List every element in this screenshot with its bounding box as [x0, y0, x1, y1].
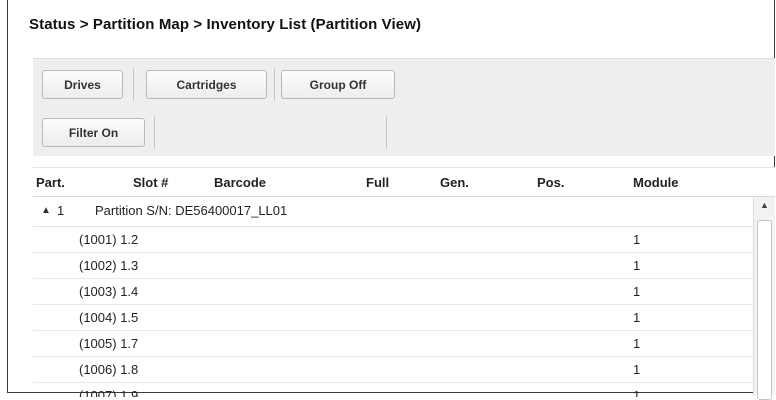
scroll-up-arrow-icon[interactable]: ▲: [760, 200, 769, 210]
group-label: Partition S/N: DE56400017_LL01: [95, 203, 288, 218]
cartridges-button[interactable]: Cartridges: [146, 70, 267, 99]
page-title: Status > Partition Map > Inventory List …: [29, 16, 422, 33]
column-header-module[interactable]: Module: [633, 175, 679, 190]
slot-cell: (1007) 1.9: [79, 388, 139, 397]
drives-button[interactable]: Drives: [42, 70, 123, 99]
table-row[interactable]: (1001) 1.2 1: [33, 227, 753, 253]
table-row[interactable]: (1006) 1.8 1: [33, 357, 753, 383]
module-cell: 1: [633, 336, 641, 351]
column-header-pos[interactable]: Pos.: [537, 175, 564, 190]
slot-cell: (1005) 1.7: [79, 336, 139, 351]
column-header-barcode[interactable]: Barcode: [214, 175, 266, 190]
filter-on-button[interactable]: Filter On: [42, 118, 145, 147]
table-row[interactable]: (1002) 1.3 1: [33, 253, 753, 279]
group-off-button[interactable]: Group Off: [281, 70, 395, 99]
module-cell: 1: [633, 388, 641, 397]
module-cell: 1: [633, 310, 641, 325]
column-header-full[interactable]: Full: [366, 175, 389, 190]
toolbar-separator: [154, 116, 155, 149]
table-row[interactable]: (1004) 1.5 1: [33, 305, 753, 331]
slot-cell: (1003) 1.4: [79, 284, 139, 299]
table-row[interactable]: (1005) 1.7 1: [33, 331, 753, 357]
slot-cell: (1004) 1.5: [79, 310, 139, 325]
scrollbar-thumb[interactable]: [757, 220, 772, 400]
column-header-part[interactable]: Part.: [36, 175, 65, 190]
column-header-gen[interactable]: Gen.: [440, 175, 469, 190]
toolbar-separator: [386, 116, 387, 149]
table-row[interactable]: (1003) 1.4 1: [33, 279, 753, 305]
inventory-grid: ▲ 1 Partition S/N: DE56400017_LL01 (1001…: [33, 197, 753, 397]
grid-header: Part. Slot # Barcode Full Gen. Pos. Modu…: [33, 167, 775, 197]
toolbar: Drives Cartridges Group Off Filter On: [33, 58, 775, 156]
vertical-scrollbar[interactable]: ▲: [753, 197, 775, 400]
module-cell: 1: [633, 232, 641, 247]
toolbar-separator: [133, 68, 134, 101]
toolbar-separator: [274, 68, 275, 101]
group-number: 1: [57, 203, 65, 218]
slot-cell: (1006) 1.8: [79, 362, 139, 377]
slot-cell: (1001) 1.2: [79, 232, 139, 247]
column-header-slot[interactable]: Slot #: [133, 175, 168, 190]
partition-group-row[interactable]: ▲ 1 Partition S/N: DE56400017_LL01: [33, 197, 753, 227]
module-cell: 1: [633, 284, 641, 299]
module-cell: 1: [633, 258, 641, 273]
triangle-up-icon[interactable]: ▲: [41, 205, 51, 216]
slot-cell: (1002) 1.3: [79, 258, 139, 273]
module-cell: 1: [633, 362, 641, 377]
